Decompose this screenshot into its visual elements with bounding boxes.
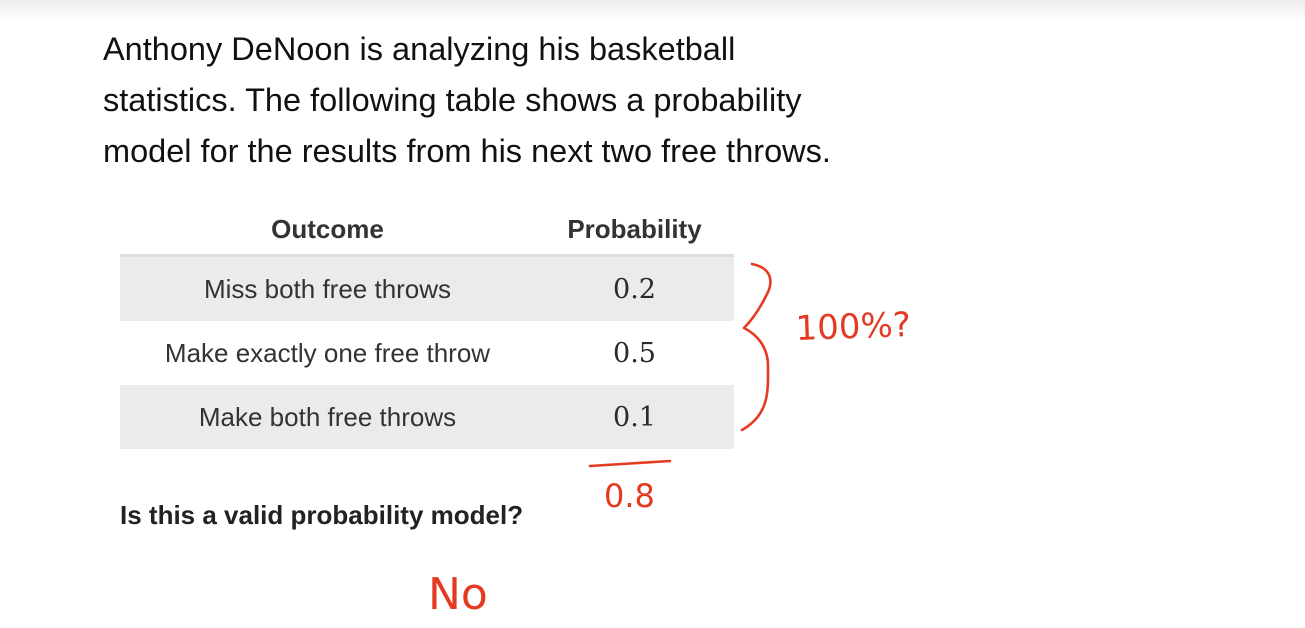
outcome-cell: Make both free throws — [120, 385, 535, 449]
table-row: Miss both free throws 0.2 — [120, 255, 734, 321]
table-header-row: Outcome Probability — [120, 204, 734, 257]
problem-text: Anthony DeNoon is analyzing his basketba… — [103, 24, 1003, 177]
problem-line-3: model for the results from his next two … — [103, 133, 831, 169]
table-row: Make exactly one free throw 0.5 — [120, 321, 734, 385]
lesson-page: Anthony DeNoon is analyzing his basketba… — [0, 0, 1305, 628]
problem-line-2: statistics. The following table shows a … — [103, 82, 802, 118]
table-row: Make both free throws 0.1 — [120, 385, 734, 449]
problem-line-1: Anthony DeNoon is analyzing his basketba… — [103, 31, 736, 67]
question-text: Is this a valid probability model? — [120, 500, 524, 530]
outcome-cell: Make exactly one free throw — [164, 337, 491, 368]
sum-line-mark — [588, 459, 672, 468]
header-probability: Probability — [535, 204, 734, 257]
curly-brace-mark — [740, 262, 772, 432]
probability-table: Outcome Probability Miss both free throw… — [120, 204, 734, 449]
probability-cell: 0.2 — [535, 255, 734, 321]
probability-cell: 0.1 — [535, 385, 734, 449]
header-outcome: Outcome — [120, 204, 535, 257]
answer-text: No — [428, 569, 488, 620]
probability-cell: 0.5 — [613, 337, 656, 369]
outcome-cell: Miss both free throws — [120, 255, 535, 321]
brace-note-text: 100%? — [795, 305, 912, 349]
top-shadow — [0, 0, 1305, 20]
sum-text: 0.8 — [604, 477, 655, 515]
